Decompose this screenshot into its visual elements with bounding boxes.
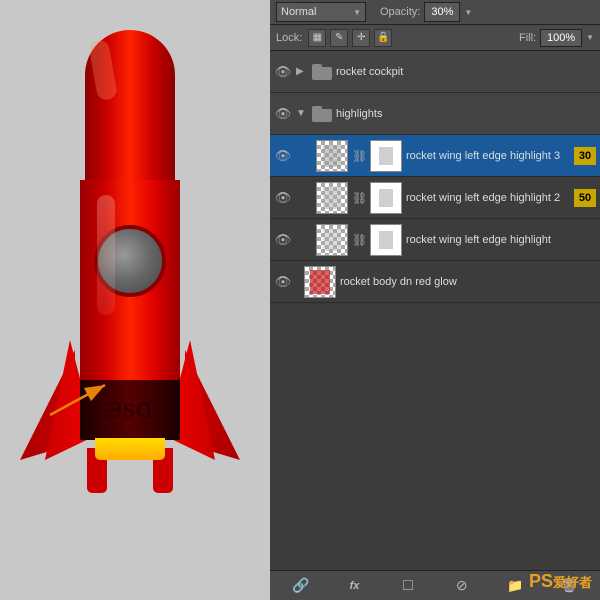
arrow-annotation bbox=[40, 375, 120, 428]
link-icon[interactable]: 🔗 bbox=[289, 574, 313, 598]
fill-arrow[interactable]: ▼ bbox=[586, 33, 594, 42]
layer-name-h2: rocket wing left edge highlight 2 bbox=[406, 192, 570, 204]
folder-icon-highlights bbox=[312, 106, 332, 122]
lock-icon-move[interactable]: ✛ bbox=[352, 29, 370, 47]
lock-icon-pen[interactable]: ✎ bbox=[330, 29, 348, 47]
blend-mode-value: Normal bbox=[281, 6, 316, 18]
layer-name-glow: rocket body dn red glow bbox=[340, 276, 596, 288]
watermark-ps: PS bbox=[529, 571, 553, 591]
layers-lockrow: Lock: ▦ ✎ ✛ 🔒 Fill: 100% ▼ bbox=[270, 25, 600, 51]
opacity-value[interactable]: 30% bbox=[424, 2, 460, 22]
layer-name-h3: rocket wing left edge highlight 3 bbox=[406, 150, 570, 162]
group-icon[interactable]: 📁 bbox=[503, 574, 527, 598]
layer-badge-h3: 30 bbox=[574, 147, 596, 165]
layers-list[interactable]: 👁 ▶ rocket cockpit 👁 ▼ highlights 👁 ⛓ bbox=[270, 51, 600, 570]
layer-mask-h2 bbox=[370, 182, 402, 214]
layer-chain-h3: ⛓ bbox=[352, 149, 366, 163]
layer-thumbnail-h3 bbox=[316, 140, 348, 172]
folder-icon-cockpit bbox=[312, 64, 332, 80]
rocket-body: ᗱSᗡ bbox=[75, 30, 185, 550]
layer-name-highlights: highlights bbox=[336, 108, 596, 120]
layer-visibility-h2[interactable]: 👁 bbox=[274, 189, 292, 207]
layer-thumbnail-h1 bbox=[316, 224, 348, 256]
layer-thumbnail-h2 bbox=[316, 182, 348, 214]
layer-chain-h1: ⛓ bbox=[352, 233, 366, 247]
rocket-shine bbox=[97, 195, 115, 315]
layer-highlight2[interactable]: 👁 ⛓ rocket wing left edge highlight 2 50 bbox=[270, 177, 600, 219]
layer-visibility-glow[interactable]: 👁 bbox=[274, 273, 292, 291]
watermark-rest: 爱好者 bbox=[553, 575, 592, 590]
layers-topbar: Normal ▼ Opacity: 30% ▼ bbox=[270, 0, 600, 25]
fx-icon[interactable]: fx bbox=[342, 574, 366, 598]
layer-body-glow[interactable]: 👁 rocket body dn red glow bbox=[270, 261, 600, 303]
layer-mask-h3 bbox=[370, 140, 402, 172]
layer-thumbnail-glow bbox=[304, 266, 336, 298]
layer-visibility-highlights[interactable]: 👁 bbox=[274, 105, 292, 123]
layer-visibility-h1[interactable]: 👁 bbox=[274, 231, 292, 249]
mask-icon[interactable]: ⊘ bbox=[450, 574, 474, 598]
opacity-control: Opacity: 30% ▼ bbox=[380, 2, 472, 22]
layer-group-rocket-cockpit[interactable]: 👁 ▶ rocket cockpit bbox=[270, 51, 600, 93]
layer-arrow-highlights[interactable]: ▼ bbox=[296, 108, 308, 119]
arrow-svg bbox=[40, 375, 120, 425]
lock-label: Lock: bbox=[276, 32, 302, 44]
layer-chain-h2: ⛓ bbox=[352, 191, 366, 205]
lock-icon-checkered[interactable]: ▦ bbox=[308, 29, 326, 47]
layer-name-h1: rocket wing left edge highlight bbox=[406, 234, 596, 246]
layer-visibility-cockpit[interactable]: 👁 bbox=[274, 63, 292, 81]
layer-arrow-cockpit[interactable]: ▶ bbox=[296, 66, 308, 77]
canvas-area: ᗱSᗡ bbox=[0, 0, 270, 600]
rocket-nose bbox=[85, 30, 175, 190]
rocket-illustration: ᗱSᗡ bbox=[30, 20, 230, 580]
fill-control: Fill: 100% ▼ bbox=[519, 29, 594, 47]
fill-value[interactable]: 100% bbox=[540, 29, 582, 47]
opacity-arrow[interactable]: ▼ bbox=[464, 8, 472, 17]
lock-icon-lock[interactable]: 🔒 bbox=[374, 29, 392, 47]
lock-icons: ▦ ✎ ✛ 🔒 bbox=[308, 29, 392, 47]
layer-group-highlights[interactable]: 👁 ▼ highlights bbox=[270, 93, 600, 135]
layer-visibility-h3[interactable]: 👁 bbox=[274, 147, 292, 165]
watermark: PS爱好者 bbox=[529, 571, 592, 592]
layer-badge-h2: 50 bbox=[574, 189, 596, 207]
opacity-label: Opacity: bbox=[380, 6, 420, 18]
layer-mask-h1 bbox=[370, 224, 402, 256]
blend-mode-select[interactable]: Normal ▼ bbox=[276, 2, 366, 22]
fill-label: Fill: bbox=[519, 32, 536, 44]
layer-highlight3[interactable]: 👁 ⛓ rocket wing left edge highlight 3 30 bbox=[270, 135, 600, 177]
rocket-nozzle bbox=[95, 438, 165, 460]
layer-highlight1[interactable]: 👁 ⛓ rocket wing left edge highlight bbox=[270, 219, 600, 261]
layers-panel: Normal ▼ Opacity: 30% ▼ Lock: ▦ ✎ ✛ 🔒 Fi… bbox=[270, 0, 600, 600]
layer-name-cockpit: rocket cockpit bbox=[336, 66, 596, 78]
adjustment-icon[interactable]: □ bbox=[396, 574, 420, 598]
blend-mode-arrow: ▼ bbox=[353, 8, 361, 17]
